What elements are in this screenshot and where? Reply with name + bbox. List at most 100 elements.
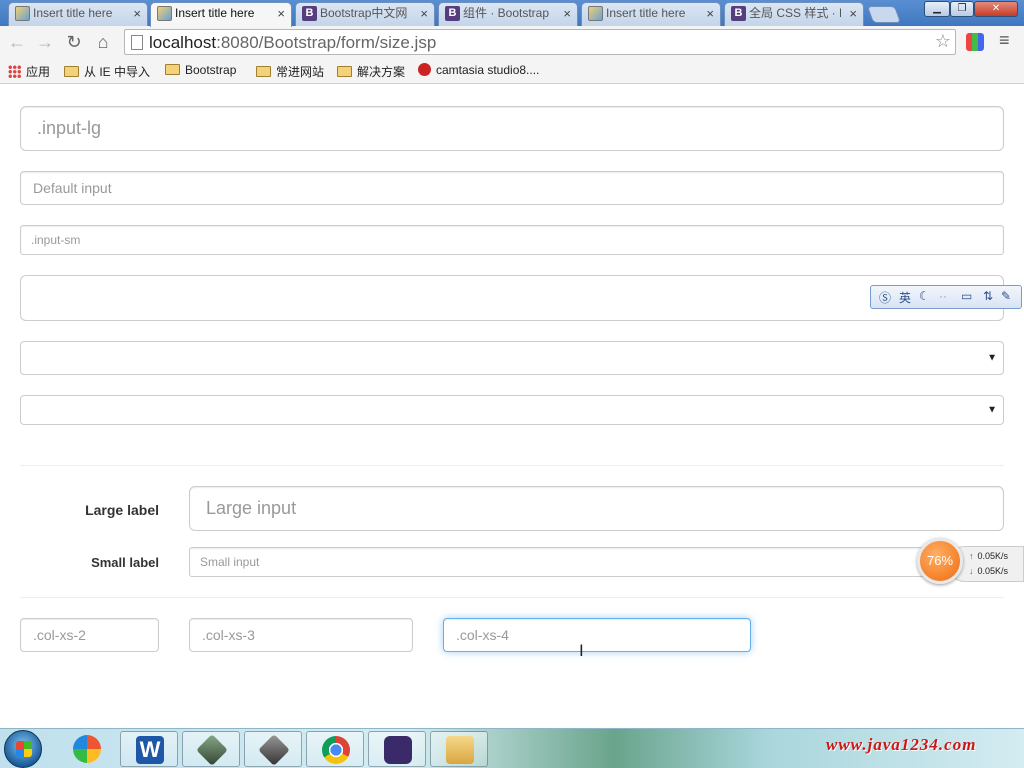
bookmark-solutions[interactable]: 解决方案 bbox=[337, 63, 405, 80]
taskbar-app-colorful[interactable] bbox=[58, 731, 116, 767]
tab-title: 全局 CSS 样式 · B bbox=[749, 6, 841, 20]
taskbar-app-chrome[interactable] bbox=[306, 731, 364, 767]
app-icon bbox=[258, 734, 290, 766]
tab-1[interactable]: Insert title here × bbox=[8, 2, 148, 26]
small-input-field[interactable] bbox=[189, 547, 1004, 577]
bootstrap-icon: B bbox=[731, 6, 746, 21]
extension-icon[interactable] bbox=[966, 33, 984, 51]
col-xs-4-input[interactable] bbox=[443, 618, 751, 652]
select-sm[interactable]: ▼ bbox=[20, 395, 1004, 425]
swap-icon[interactable]: ⇅ bbox=[983, 289, 993, 303]
url-text: localhost:8080/Bootstrap/form/size.jsp bbox=[149, 33, 437, 52]
arrow-down-icon: ↓ bbox=[969, 566, 974, 576]
picture-icon bbox=[157, 6, 172, 21]
bookmark-apps[interactable]: 应用 bbox=[8, 63, 50, 80]
page-content: ▼ ▼ Large label Small label I Ⓢ 英 ☾ ·· ▭… bbox=[0, 85, 1024, 728]
col-xs-3-input[interactable] bbox=[189, 618, 413, 652]
ime-toolbar[interactable]: Ⓢ 英 ☾ ·· ▭ ⇅ ✎ bbox=[870, 285, 1022, 309]
folder-icon bbox=[165, 64, 180, 75]
folder-icon bbox=[64, 66, 79, 77]
punctuation-icon[interactable]: ·· bbox=[939, 289, 947, 303]
chrome-icon bbox=[322, 736, 350, 764]
apps-grid-icon bbox=[8, 65, 21, 78]
moon-icon[interactable]: ☾ bbox=[919, 289, 930, 303]
input-lg-field[interactable] bbox=[20, 106, 1004, 151]
divider bbox=[20, 597, 1004, 598]
reload-icon[interactable]: ↻ bbox=[63, 31, 85, 53]
close-icon[interactable]: × bbox=[849, 4, 857, 24]
close-icon[interactable]: × bbox=[277, 4, 285, 24]
back-arrow-icon[interactable]: ← bbox=[6, 31, 28, 53]
bookmarks-bar: 应用 从 IE 中导入 Bootstrap 常进网站 解决方案 camtasia… bbox=[0, 58, 1024, 84]
tab-title: 组件 · Bootstrap bbox=[463, 6, 550, 20]
folder-icon bbox=[446, 736, 474, 764]
home-icon[interactable]: ⌂ bbox=[92, 31, 114, 53]
picture-icon bbox=[588, 6, 603, 21]
bookmark-star-icon[interactable]: ☆ bbox=[935, 31, 951, 52]
maximize-button[interactable]: ❐ bbox=[950, 1, 974, 17]
new-tab-button[interactable] bbox=[866, 6, 902, 23]
input-sm-field[interactable] bbox=[20, 225, 1004, 255]
keyboard-icon[interactable]: ▭ bbox=[961, 289, 972, 303]
close-icon[interactable]: × bbox=[420, 4, 428, 24]
tab-4[interactable]: B 组件 · Bootstrap × bbox=[438, 2, 578, 26]
tab-title: Insert title here bbox=[33, 6, 113, 20]
browser-toolbar: ← → ↻ ⌂ localhost:8080/Bootstrap/form/si… bbox=[0, 26, 1024, 58]
taskbar-app-eclipse[interactable] bbox=[368, 731, 426, 767]
tab-2[interactable]: Insert title here × bbox=[150, 2, 292, 27]
picture-icon bbox=[15, 6, 30, 21]
taskbar-app-word[interactable]: W bbox=[120, 731, 178, 767]
ibeam-cursor-icon: I bbox=[579, 641, 584, 660]
menu-icon[interactable]: ≡ bbox=[999, 31, 1015, 50]
select-lg[interactable] bbox=[20, 275, 1004, 321]
tab-title: Bootstrap中文网 bbox=[320, 6, 408, 20]
eclipse-icon bbox=[384, 736, 412, 764]
forward-arrow-icon[interactable]: → bbox=[34, 31, 56, 53]
bookmark-bootstrap[interactable]: Bootstrap bbox=[165, 63, 236, 77]
arrow-up-icon: ↑ bbox=[969, 551, 974, 561]
watermark-brand: www.java1234.com bbox=[826, 735, 977, 754]
taskbar-app-explorer[interactable] bbox=[430, 731, 488, 767]
app-icon bbox=[196, 734, 228, 766]
tab-title: Insert title here bbox=[606, 6, 686, 20]
minimize-button[interactable]: ▁ bbox=[924, 1, 950, 17]
close-icon[interactable]: × bbox=[706, 4, 714, 24]
tab-5[interactable]: Insert title here × bbox=[581, 2, 721, 26]
bootstrap-icon: B bbox=[302, 6, 317, 21]
start-button[interactable] bbox=[4, 730, 42, 768]
bootstrap-icon: B bbox=[445, 6, 460, 21]
address-bar[interactable]: localhost:8080/Bootstrap/form/size.jsp ☆ bbox=[124, 29, 956, 55]
close-icon[interactable]: × bbox=[563, 4, 571, 24]
large-input-field[interactable] bbox=[189, 486, 1004, 531]
select-default[interactable]: ▼ bbox=[20, 341, 1004, 375]
wrench-icon[interactable]: ✎ bbox=[1001, 289, 1011, 303]
upload-speed: ↑ 0.05K/s bbox=[969, 551, 1009, 561]
taskbar-app-3[interactable] bbox=[244, 731, 302, 767]
bookmark-ie-import[interactable]: 从 IE 中导入 bbox=[64, 63, 150, 80]
folder-icon bbox=[337, 66, 352, 77]
colorful-app-icon bbox=[73, 735, 101, 763]
caret-down-icon: ▼ bbox=[987, 404, 997, 416]
large-label: Large label bbox=[85, 502, 159, 518]
col-xs-2-input[interactable] bbox=[20, 618, 159, 652]
taskbar-app-2[interactable] bbox=[182, 731, 240, 767]
network-monitor-widget[interactable]: 76% ↑ 0.05K/s ↓ 0.05K/s bbox=[917, 538, 1024, 588]
bookmark-sites[interactable]: 常进网站 bbox=[256, 63, 324, 80]
ime-mode[interactable]: 英 bbox=[899, 289, 911, 306]
close-icon[interactable]: × bbox=[133, 4, 141, 24]
tab-strip: Insert title here × Insert title here × … bbox=[0, 0, 1024, 27]
folder-icon bbox=[256, 66, 271, 77]
download-speed: ↓ 0.05K/s bbox=[969, 566, 1009, 576]
default-input-field[interactable] bbox=[20, 171, 1004, 205]
taskbar: W www.java1234.com bbox=[0, 728, 1024, 768]
caret-down-icon: ▼ bbox=[987, 352, 997, 364]
tab-title: Insert title here bbox=[175, 6, 255, 20]
ime-logo-icon[interactable]: Ⓢ bbox=[879, 289, 891, 306]
small-label: Small label bbox=[91, 555, 159, 570]
divider bbox=[20, 465, 1004, 466]
close-window-button[interactable]: ✕ bbox=[974, 1, 1018, 17]
tab-6[interactable]: B 全局 CSS 样式 · B × bbox=[724, 2, 864, 26]
bookmark-camtasia[interactable]: camtasia studio8.... bbox=[418, 63, 539, 77]
tab-3[interactable]: B Bootstrap中文网 × bbox=[295, 2, 435, 26]
network-usage-badge: 76% bbox=[917, 538, 963, 584]
